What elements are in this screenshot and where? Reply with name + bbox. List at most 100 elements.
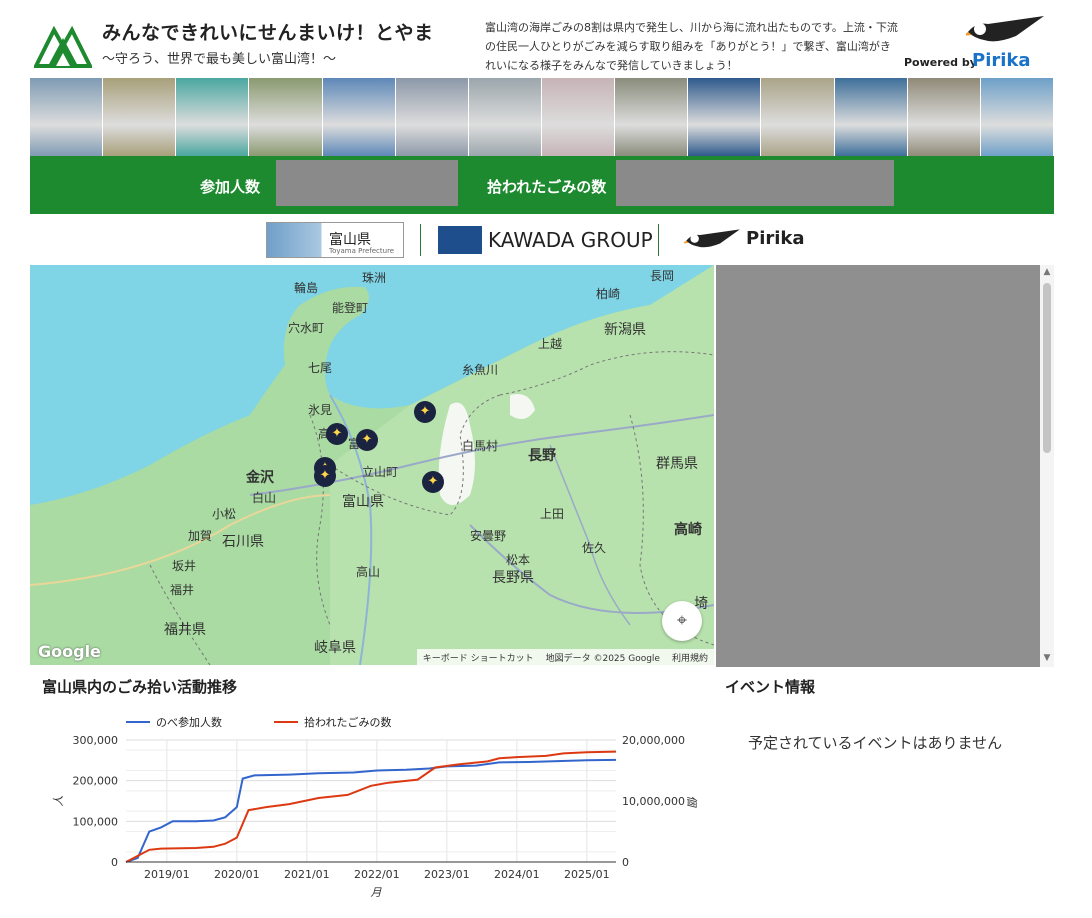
map-label: 糸魚川 bbox=[462, 363, 499, 377]
header-photo bbox=[615, 78, 689, 156]
map-label: 佐久 bbox=[582, 541, 607, 555]
map-data-credit: 地図データ ©2025 Google bbox=[545, 654, 660, 664]
map-label: 柏崎 bbox=[596, 287, 621, 301]
map-label: 高山 bbox=[356, 565, 381, 579]
map-label: 長岡 bbox=[650, 269, 675, 283]
x-axis-label: 月 bbox=[371, 886, 383, 899]
activity-trend-chart: のべ参加人数 拾われたごみの数 300,000 200,000 100,000 0 20,0… bbox=[52, 715, 698, 899]
x-tick: 2019/01 bbox=[144, 868, 190, 881]
header-photo bbox=[249, 78, 323, 156]
map-label: 長野 bbox=[528, 448, 556, 464]
participants-value bbox=[276, 160, 458, 206]
y-right-tick: 10,000,000 bbox=[622, 795, 685, 808]
x-tick: 2023/01 bbox=[424, 868, 470, 881]
event-pin-icon[interactable]: ✦ bbox=[414, 401, 436, 423]
y-right-tick: 20,000,000 bbox=[622, 734, 685, 747]
x-tick: 2020/01 bbox=[214, 868, 260, 881]
header-photo bbox=[103, 78, 177, 156]
pirika-bird-icon bbox=[684, 229, 740, 248]
legend-label: 拾われたごみの数 bbox=[304, 715, 391, 729]
trash-count-label: 拾われたごみの数 bbox=[487, 178, 607, 196]
header-photo bbox=[395, 78, 469, 156]
y-left-tick: 100,000 bbox=[73, 815, 119, 828]
map-attribution: キーボード ショートカット 地図データ ©2025 Google 利用規約 bbox=[416, 649, 714, 665]
stats-bar: 参加人数 拾われたごみの数 bbox=[30, 156, 1054, 214]
map-label: 立山町 bbox=[362, 465, 399, 479]
x-tick: 2022/01 bbox=[354, 868, 400, 881]
series-line bbox=[125, 750, 617, 863]
map-label: 高崎 bbox=[674, 522, 702, 538]
y-left-axis-label: 人 bbox=[52, 796, 65, 807]
map-label: 加賀 bbox=[188, 529, 213, 543]
terms-link[interactable]: 利用規約 bbox=[672, 651, 708, 664]
page: みんなできれいにせんまいけ！とやま 〜守ろう、世界で最も美しい富山湾！〜 富山湾… bbox=[0, 0, 1092, 918]
map-label: 群馬県 bbox=[656, 456, 698, 472]
header-photo bbox=[907, 78, 981, 156]
divider bbox=[658, 224, 659, 256]
event-pin-icon[interactable]: ✦ bbox=[314, 465, 336, 487]
activity-map[interactable]: 輪島 珠洲 能登町 穴水町 七尾 氷見 高 富 金沢 白山 小松 加賀 石川県 … bbox=[30, 265, 714, 665]
map-label: 安曇野 bbox=[470, 529, 507, 543]
y-left-tick: 0 bbox=[111, 856, 118, 869]
map-label: 長野県 bbox=[492, 570, 534, 586]
events-title: イベント情報 bbox=[725, 678, 816, 696]
x-tick: 2025/01 bbox=[564, 868, 610, 881]
map-label: 坂井 bbox=[172, 559, 197, 573]
y-right-axis-label: 個 bbox=[685, 796, 698, 809]
y-right-tick: 0 bbox=[622, 856, 629, 869]
photo-strip bbox=[30, 78, 1054, 156]
side-panel bbox=[716, 265, 1040, 667]
participants-label: 参加人数 bbox=[200, 178, 261, 196]
map-label: 富山県 bbox=[342, 494, 384, 510]
google-logo: Google bbox=[38, 642, 101, 661]
divider bbox=[420, 224, 421, 256]
side-panel-scrollbar[interactable]: ▲ ▼ bbox=[1040, 265, 1054, 667]
map-label: 福井県 bbox=[164, 622, 206, 638]
scroll-thumb[interactable] bbox=[1043, 283, 1051, 453]
map-label: 小松 bbox=[212, 507, 237, 521]
header-photo bbox=[30, 78, 104, 156]
event-pin-icon[interactable]: ✦ bbox=[356, 429, 378, 451]
scroll-down-icon[interactable]: ▼ bbox=[1042, 653, 1052, 665]
header-photo bbox=[541, 78, 616, 156]
scroll-up-icon[interactable]: ▲ bbox=[1042, 267, 1052, 279]
x-tick: 2021/01 bbox=[284, 868, 330, 881]
page-subtitle: 〜守ろう、世界で最も美しい富山湾！〜 bbox=[102, 52, 337, 67]
map-label: 珠洲 bbox=[362, 271, 387, 285]
sponsor-row: 富山県 Toyama Prefecture KAWADA GROUP Pirik… bbox=[30, 220, 1054, 260]
chart-title: 富山県内のごみ拾い活動推移 bbox=[42, 678, 238, 696]
x-tick: 2024/01 bbox=[494, 868, 540, 881]
header-photo bbox=[980, 78, 1054, 156]
header-photo bbox=[468, 78, 542, 156]
map-label: 白山 bbox=[252, 491, 277, 505]
y-left-tick: 200,000 bbox=[73, 775, 119, 788]
header-photo bbox=[761, 78, 835, 156]
map-label: 白馬村 bbox=[462, 439, 499, 453]
keyboard-shortcuts-link[interactable]: キーボード ショートカット bbox=[423, 651, 534, 664]
map-label: 上田 bbox=[540, 507, 565, 521]
pirika-bird-icon bbox=[966, 16, 1044, 42]
y-left-tick: 300,000 bbox=[73, 734, 119, 747]
page-title: みんなできれいにせんまいけ！とやま bbox=[102, 22, 434, 44]
trash-count-value bbox=[616, 160, 894, 206]
powered-by-pirika[interactable]: Powered by Pirika bbox=[904, 14, 1044, 74]
sponsor-pirika-name: Pirika bbox=[746, 228, 805, 249]
map-label: 七尾 bbox=[308, 361, 333, 375]
header-photo bbox=[322, 78, 396, 156]
map-label: 能登町 bbox=[332, 301, 369, 315]
header-photo bbox=[834, 78, 908, 156]
powered-by-brand: Pirika bbox=[972, 50, 1031, 71]
event-pin-icon[interactable]: ✦ bbox=[422, 471, 444, 493]
map-label: 輪島 bbox=[294, 281, 319, 295]
map-label: 氷見 bbox=[308, 403, 333, 417]
legend-label: のべ参加人数 bbox=[156, 715, 222, 729]
map-label: 石川県 bbox=[222, 534, 264, 550]
sponsor-kawada-name: KAWADA GROUP bbox=[488, 228, 653, 252]
map-label: 福井 bbox=[170, 583, 195, 597]
map-label: 金沢 bbox=[246, 470, 274, 486]
sponsor-toyama-logo[interactable]: 富山県 Toyama Prefecture bbox=[266, 222, 404, 258]
map-label: 新潟県 bbox=[604, 322, 646, 338]
map-recenter-button[interactable]: ⌖ bbox=[662, 601, 702, 641]
events-empty-message: 予定されているイベントはありません bbox=[748, 734, 1003, 752]
event-pin-icon[interactable]: ✦ bbox=[326, 423, 348, 445]
